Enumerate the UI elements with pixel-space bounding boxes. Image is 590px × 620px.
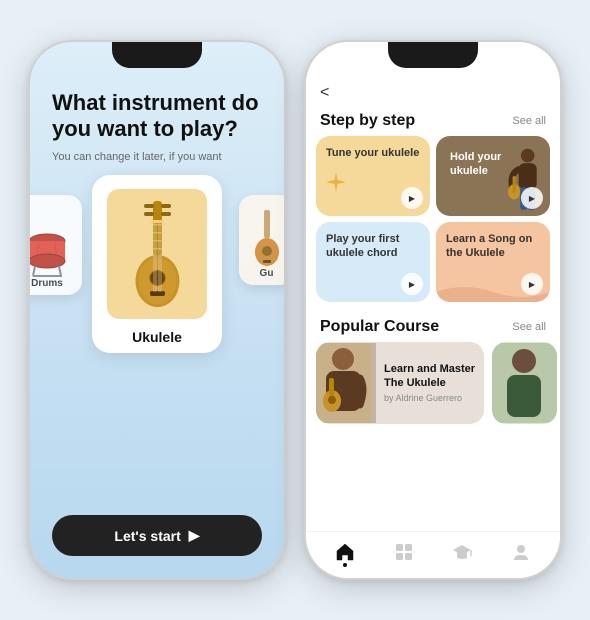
drums-card[interactable]: Drums — [30, 195, 82, 295]
nav-home[interactable] — [333, 540, 357, 564]
course-see-all[interactable]: See all — [512, 321, 546, 333]
step-card-tune[interactable]: Tune your ukulele ▶ — [316, 136, 430, 216]
step-song-label: Learn a Song on the Ukulele — [446, 232, 540, 261]
step-tune-play-btn[interactable]: ▶ — [401, 187, 423, 209]
nav-grid[interactable] — [392, 540, 416, 564]
back-button[interactable]: < — [320, 84, 329, 102]
nav-learn[interactable] — [450, 540, 474, 564]
course-card-secondary[interactable] — [492, 342, 557, 424]
left-notch — [112, 42, 202, 68]
nav-home-dot — [343, 563, 347, 567]
instrument-name-label: Ukulele — [132, 329, 182, 345]
grid-icon — [394, 542, 414, 562]
steps-grid: Tune your ukulele ▶ — [306, 136, 560, 302]
person-icon — [511, 542, 531, 562]
nav-profile[interactable] — [509, 540, 533, 564]
course-person-2-icon — [492, 343, 557, 423]
left-phone: What instrument do you want to play? You… — [28, 40, 286, 580]
course-cards-list: Learn and Master The Ukulele by Aldrine … — [306, 342, 560, 424]
ukulele-card[interactable]: Ukulele — [92, 175, 222, 353]
left-screen: What instrument do you want to play? You… — [30, 42, 284, 578]
guitar-card[interactable]: Gu — [239, 195, 284, 285]
instrument-selection-area: Drums — [30, 175, 284, 353]
step-by-step-header: Step by step See all — [306, 104, 560, 136]
popular-course-header: Popular Course See all — [306, 310, 560, 342]
right-screen: < Step by step See all Tune your ukulele… — [306, 42, 560, 578]
graduation-cap-icon — [452, 542, 472, 562]
home-icon — [335, 542, 355, 562]
step-by-step-title: Step by step — [320, 112, 415, 130]
bottom-nav — [306, 531, 560, 578]
step-see-all[interactable]: See all — [512, 115, 546, 127]
step-chord-play-btn[interactable]: ▶ — [401, 273, 423, 295]
step-song-play-btn[interactable]: ▶ — [521, 273, 543, 295]
start-button[interactable]: Let's start ▶ — [52, 515, 262, 556]
course-avatar — [316, 343, 376, 423]
right-phone: < Step by step See all Tune your ukulele… — [304, 40, 562, 580]
page-subtitle: You can change it later, if you want — [52, 151, 262, 163]
popular-course-title: Popular Course — [320, 318, 439, 336]
drum-icon — [30, 223, 70, 278]
course-title: Learn and Master The Ukulele — [384, 363, 476, 389]
step-hold-label: Hold your ukulele — [446, 146, 540, 183]
sparkle-icon — [324, 170, 348, 194]
course-person-icon — [316, 343, 371, 423]
step-hold-play-btn[interactable]: ▶ — [521, 187, 543, 209]
arrow-icon: ▶ — [189, 527, 200, 544]
right-notch — [388, 42, 478, 68]
course-info: Learn and Master The Ukulele by Aldrine … — [376, 355, 484, 410]
step-card-song[interactable]: Learn a Song on the Ukulele ▶ — [436, 222, 550, 302]
step-tune-label: Tune your ukulele — [326, 146, 420, 160]
step-card-chord[interactable]: Play your first ukulele chord ▶ — [316, 222, 430, 302]
course-author: by Aldrine Guerrero — [384, 393, 476, 403]
guitar-icon — [253, 208, 281, 268]
guitar-label: Gu — [260, 268, 274, 279]
left-header: What instrument do you want to play? You… — [30, 78, 284, 163]
step-card-hold[interactable]: Hold your ukulele ▶ — [436, 136, 550, 216]
course-card-ukulele[interactable]: Learn and Master The Ukulele by Aldrine … — [316, 342, 484, 424]
step-chord-label: Play your first ukulele chord — [326, 232, 420, 261]
top-bar: < — [306, 78, 560, 104]
ukulele-icon — [130, 196, 185, 311]
start-button-label: Let's start — [114, 528, 180, 544]
ukulele-background — [107, 189, 207, 319]
page-title: What instrument do you want to play? — [52, 90, 262, 143]
drums-label: Drums — [31, 278, 63, 289]
